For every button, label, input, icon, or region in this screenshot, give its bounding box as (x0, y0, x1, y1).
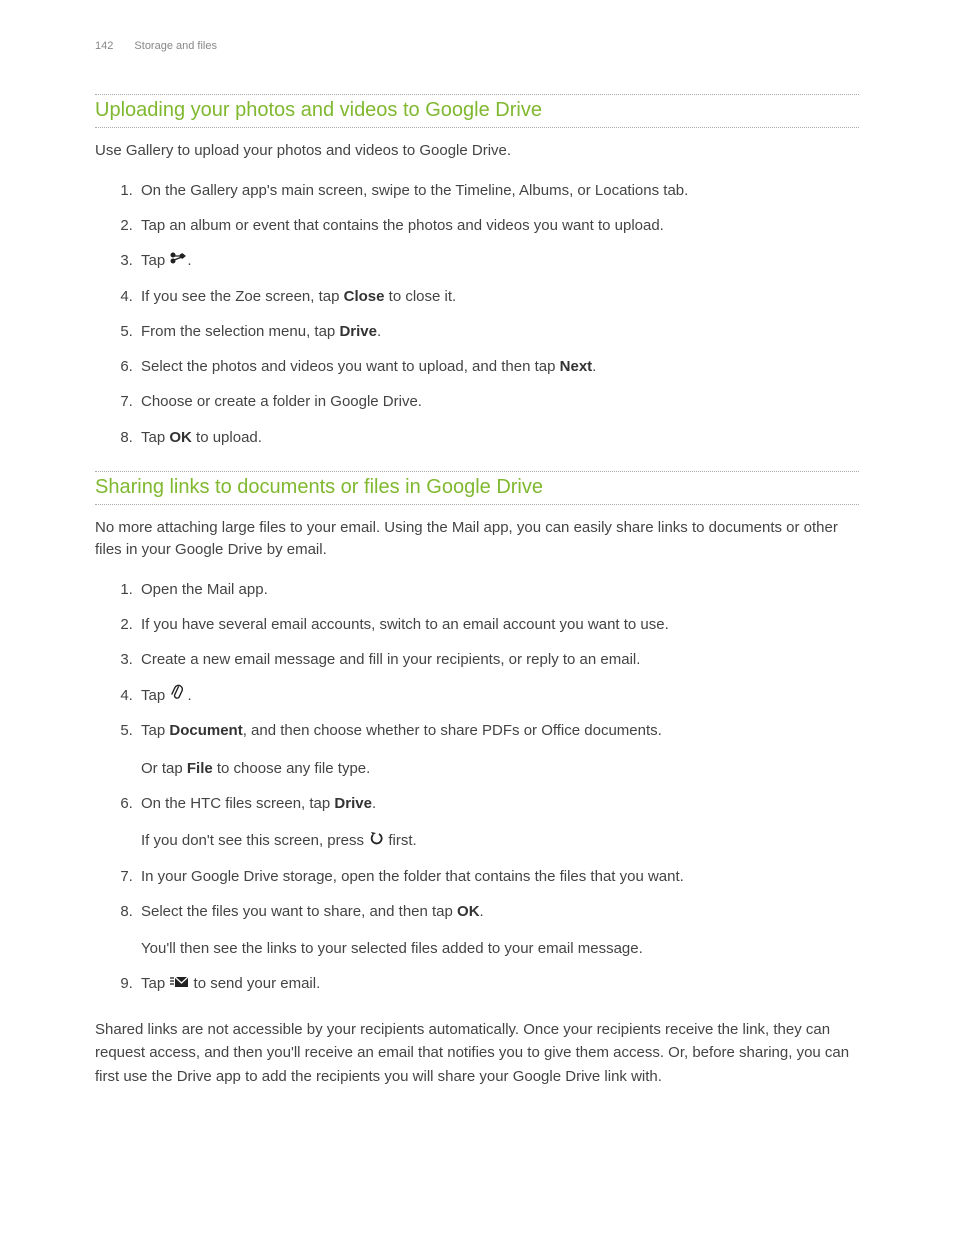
step5b-bold1: Document (169, 722, 242, 739)
back-icon (368, 829, 384, 852)
header-section-name: Storage and files (134, 40, 217, 52)
list-item: If you have several email accounts, swit… (137, 613, 859, 636)
step8b-bold: OK (457, 903, 480, 920)
section1-intro: Use Gallery to upload your photos and vi… (95, 140, 859, 163)
page-number: 142 (95, 40, 113, 52)
step5-bold: Drive (339, 323, 377, 340)
step8b-post: . (480, 903, 484, 920)
step6-post: . (592, 358, 596, 375)
step5-pre: From the selection menu, tap (141, 323, 339, 340)
list-item: Tap . (137, 249, 859, 273)
list-item: In your Google Drive storage, open the f… (137, 865, 859, 888)
list-item: Create a new email message and fill in y… (137, 648, 859, 671)
section2-title: Sharing links to documents or files in G… (95, 471, 859, 505)
attach-icon (169, 684, 183, 707)
list-item: On the Gallery app's main screen, swipe … (137, 179, 859, 202)
section2-closing: Shared links are not accessible by your … (95, 1018, 859, 1088)
section2-steps: Open the Mail app. If you have several e… (95, 578, 859, 996)
step8b-sub: You'll then see the links to your select… (141, 937, 859, 960)
step4-bold: Close (344, 288, 385, 305)
list-item: If you see the Zoe screen, tap Close to … (137, 285, 859, 308)
list-item: Open the Mail app. (137, 578, 859, 601)
step6b-bold: Drive (334, 795, 372, 812)
step6b-sub-post: first. (388, 832, 416, 849)
step4-post: to close it. (384, 288, 456, 305)
list-item: Tap OK to upload. (137, 426, 859, 449)
step4b-pre: Tap (141, 687, 169, 704)
step6b-pre: On the HTC files screen, tap (141, 795, 334, 812)
list-item: On the HTC files screen, tap Drive. If y… (137, 792, 859, 853)
step8-bold: OK (169, 429, 192, 446)
list-item: Select the files you want to share, and … (137, 900, 859, 961)
step9b-pre: Tap (141, 975, 169, 992)
share-icon (169, 249, 187, 272)
section1-title: Uploading your photos and videos to Goog… (95, 94, 859, 128)
list-item: Tap an album or event that contains the … (137, 214, 859, 237)
step6-bold: Next (560, 358, 593, 375)
step5b-mid: , and then choose whether to share PDFs … (243, 722, 662, 739)
section1-steps: On the Gallery app's main screen, swipe … (95, 179, 859, 449)
step5b-sub-pre: Or tap (141, 760, 187, 777)
list-item: Tap . (137, 684, 859, 708)
step3-post: . (187, 252, 191, 269)
list-item: From the selection menu, tap Drive. (137, 320, 859, 343)
step4-pre: If you see the Zoe screen, tap (141, 288, 344, 305)
step5-post: . (377, 323, 381, 340)
list-item: Tap Document, and then choose whether to… (137, 719, 859, 780)
step6b-post: . (372, 795, 376, 812)
list-item: Select the photos and videos you want to… (137, 355, 859, 378)
step8b-pre: Select the files you want to share, and … (141, 903, 457, 920)
section2-intro: No more attaching large files to your em… (95, 517, 859, 562)
step8-pre: Tap (141, 429, 169, 446)
step9b-post: to send your email. (194, 975, 321, 992)
send-mail-icon (169, 973, 189, 996)
page-header: 142 Storage and files (95, 40, 859, 52)
step6b-sub: If you don't see this screen, press firs… (141, 829, 859, 853)
step6b-sub-pre: If you don't see this screen, press (141, 832, 368, 849)
step6-pre: Select the photos and videos you want to… (141, 358, 560, 375)
step5b-pre: Tap (141, 722, 169, 739)
step3-pre: Tap (141, 252, 169, 269)
step4b-post: . (183, 687, 191, 704)
list-item: Choose or create a folder in Google Driv… (137, 390, 859, 413)
step5b-sub: Or tap File to choose any file type. (141, 757, 859, 780)
step8-post: to upload. (192, 429, 262, 446)
step5b-sub-post: to choose any file type. (213, 760, 371, 777)
list-item: Tap to send your email. (137, 972, 859, 996)
step5b-sub-bold: File (187, 760, 213, 777)
